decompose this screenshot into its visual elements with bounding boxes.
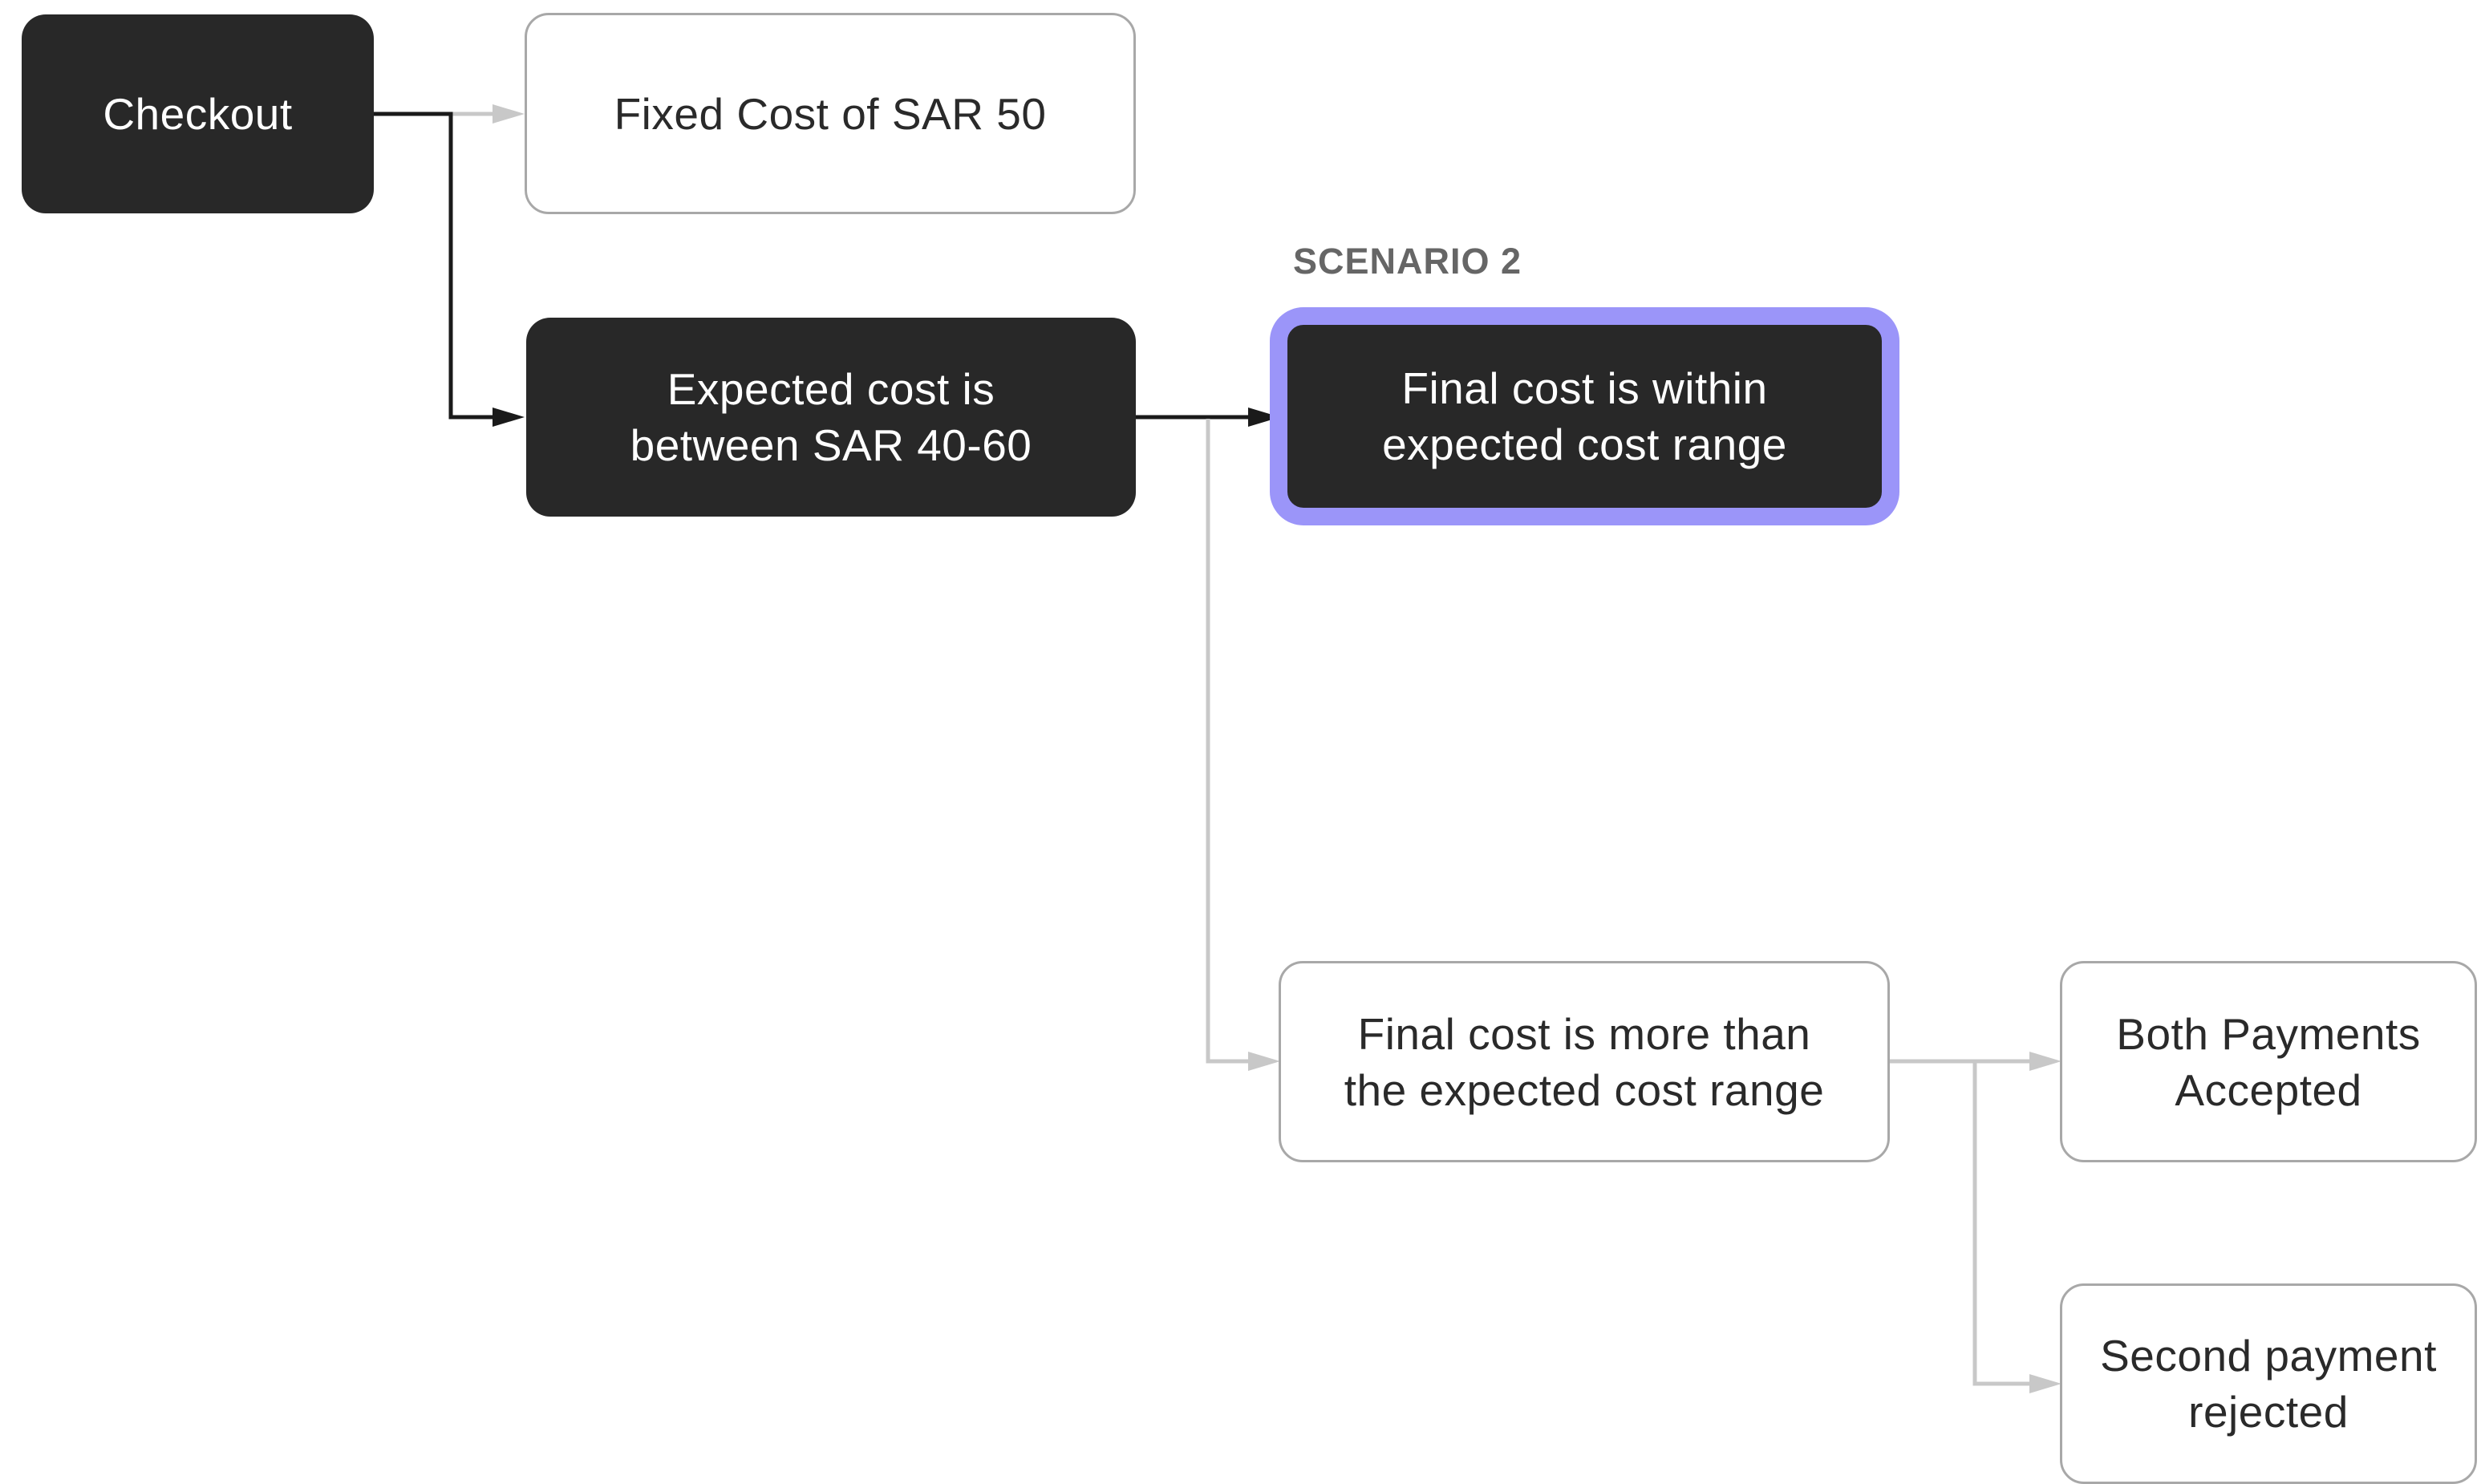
node-fixed-cost-label: Fixed Cost of SAR 50 [614,88,1047,139]
node-expected-cost-label: Expected cost is between SAR 40-60 [630,364,1032,470]
edge-checkout-to-expected-cost [374,112,525,427]
node-final-more-label: Final cost is more than the expected cos… [1344,1008,1825,1115]
node-both-accepted[interactable]: Both Payments Accepted [2060,961,2477,1162]
node-final-more[interactable]: Final cost is more than the expected cos… [1279,961,1890,1162]
node-fixed-cost[interactable]: Fixed Cost of SAR 50 [525,13,1136,214]
scenario-label: SCENARIO 2 [1293,241,1522,282]
edge-checkout-to-fixed-cost [449,104,525,124]
edge-expected-to-final-more [1206,419,1280,1071]
node-checkout-label: Checkout [103,89,293,139]
flow-connectors [374,104,2061,1393]
node-checkout[interactable]: Checkout [22,14,374,213]
node-both-accepted-label: Both Payments Accepted [2116,1008,2421,1115]
node-final-within[interactable]: Final cost is within expected cost range [1270,307,1899,525]
node-second-rejected[interactable]: Second payment rejected [2060,1283,2477,1484]
edge-final-more-to-second-rejected [1972,1061,2061,1393]
node-final-within-label: Final cost is within expected cost range [1382,363,1787,469]
node-expected-cost[interactable]: Expected cost is between SAR 40-60 [526,318,1136,517]
node-second-rejected-label: Second payment rejected [2100,1331,2437,1437]
